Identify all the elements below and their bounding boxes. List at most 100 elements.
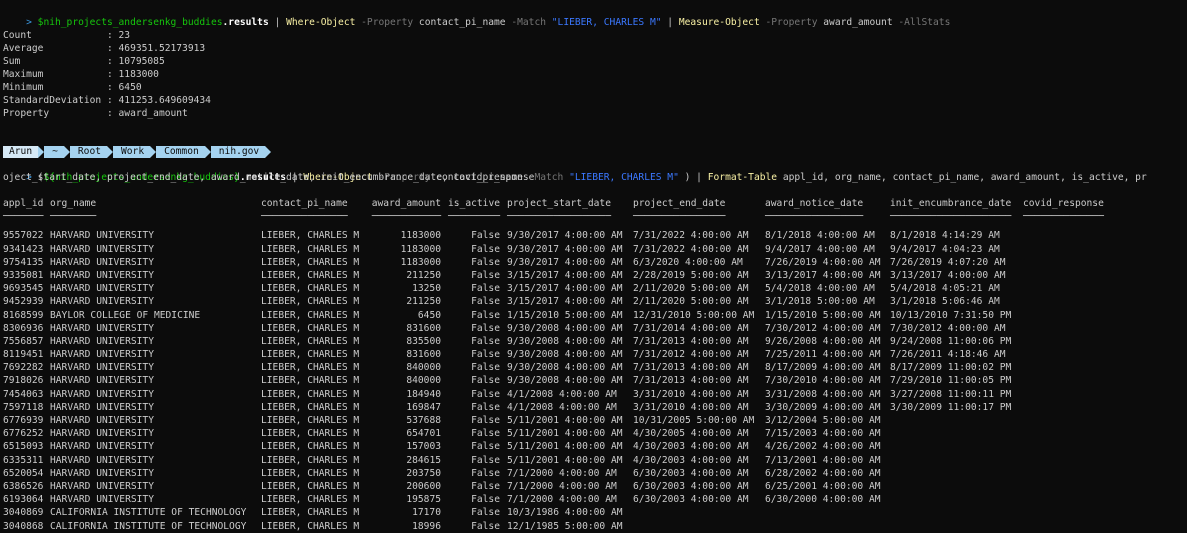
stat-line: Minimum : 6450 bbox=[3, 81, 142, 94]
table-cell: 2/11/2020 5:00:00 AM bbox=[633, 296, 749, 308]
prompt-path-segment: Common bbox=[156, 146, 205, 158]
header-underline: ───────────────────── bbox=[890, 211, 1012, 223]
table-cell: 6776939 bbox=[3, 415, 44, 426]
table-header-underline: ─────── ──────── ─────────────── ───────… bbox=[3, 210, 1104, 223]
table-cell: 831600 bbox=[406, 322, 441, 334]
table-cell: 7/1/2000 4:00:00 AM bbox=[507, 494, 617, 506]
table-cell: 6/30/2000 4:00:00 AM bbox=[765, 494, 881, 506]
table-cell: 195875 bbox=[406, 494, 441, 506]
header-underline: ────────────────── bbox=[507, 211, 611, 223]
table-cell: 184940 bbox=[406, 388, 441, 400]
table-cell: False bbox=[471, 375, 500, 387]
table-cell: LIEBER, CHARLES M bbox=[261, 283, 360, 295]
pipe-token: | bbox=[268, 17, 287, 28]
table-cell: False bbox=[471, 441, 500, 453]
table-cell: 7/31/2013 4:00:00 AM bbox=[633, 375, 749, 387]
table-cell: HARVARD UNIVERSITY bbox=[50, 362, 154, 374]
string-token: "LIEBER, CHARLES M" bbox=[569, 172, 679, 183]
table-cell: HARVARD UNIVERSITY bbox=[50, 243, 154, 255]
table-cell: HARVARD UNIVERSITY bbox=[50, 256, 154, 268]
table-cell: 3/31/2008 4:00:00 AM bbox=[765, 388, 881, 400]
table-cell: 9/30/2008 4:00:00 AM bbox=[507, 322, 623, 334]
table-row: 8168599 BAYLOR COLLEGE OF MEDICINE LIEBER,… bbox=[3, 309, 1011, 322]
table-cell: 6520054 bbox=[3, 467, 44, 479]
table-cell: CALIFORNIA INSTITUTE OF TECHNOLOGY bbox=[50, 520, 247, 532]
table-cell: LIEBER, CHARLES M bbox=[261, 375, 360, 387]
table-cell: False bbox=[471, 520, 500, 532]
table-cell: 8168599 bbox=[3, 309, 44, 321]
table-row: 9557022 HARVARD UNIVERSITY LIEBER, CHARLES… bbox=[3, 229, 1000, 242]
table-cell: 7/31/2022 4:00:00 AM bbox=[633, 230, 749, 242]
table-cell: 4/30/2003 4:00:00 AM bbox=[633, 441, 749, 453]
table-cell: LIEBER, CHARLES M bbox=[261, 388, 360, 400]
table-row: 7918026 HARVARD UNIVERSITY LIEBER, CHARLES… bbox=[3, 374, 1011, 387]
table-cell: 9/30/2008 4:00:00 AM bbox=[507, 335, 623, 347]
table-cell: 3/13/2017 4:00:00 AM bbox=[765, 269, 881, 281]
table-cell: 211250 bbox=[406, 296, 441, 308]
table-cell: 654701 bbox=[406, 428, 441, 440]
table-cell: 5/4/2018 4:05:21 AM bbox=[890, 283, 1000, 295]
terminal-window[interactable]: > $nih_projects_andersenkg_buddies.resul… bbox=[0, 0, 1187, 532]
parameter-token: -Match bbox=[505, 17, 552, 28]
table-cell: LIEBER, CHARLES M bbox=[261, 494, 360, 506]
header-underline: ───────────────── bbox=[765, 211, 864, 223]
table-cell: 7/26/2019 4:07:20 AM bbox=[890, 256, 1006, 268]
table-row: 6335311 HARVARD UNIVERSITY LIEBER, CHARLES… bbox=[3, 454, 881, 467]
header-underline: ─────────────── bbox=[261, 211, 348, 223]
table-cell: 6/28/2002 4:00:00 AM bbox=[765, 467, 881, 479]
table-cell: 1183000 bbox=[400, 243, 441, 255]
parameter-token: -Property bbox=[759, 17, 824, 28]
stat-label: StandardDeviation bbox=[3, 95, 107, 106]
table-cell: False bbox=[471, 335, 500, 347]
table-cell: BAYLOR COLLEGE OF MEDICINE bbox=[50, 309, 201, 321]
table-cell: 6/30/2003 4:00:00 AM bbox=[633, 480, 749, 492]
table-cell: False bbox=[471, 428, 500, 440]
table-cell: 6335311 bbox=[3, 454, 44, 466]
table-cell: 3040868 bbox=[3, 520, 44, 532]
table-cell: 7/30/2010 4:00:00 AM bbox=[765, 375, 881, 387]
table-cell: HARVARD UNIVERSITY bbox=[50, 335, 154, 347]
table-row: 6193064 HARVARD UNIVERSITY LIEBER, CHARLES… bbox=[3, 493, 881, 506]
table-cell: 9/4/2017 4:00:00 AM bbox=[765, 243, 875, 255]
table-cell: 8/1/2018 4:00:00 AM bbox=[765, 230, 875, 242]
prompt-path-segment: Root bbox=[69, 146, 107, 158]
table-cell: 13250 bbox=[412, 283, 441, 295]
column-header: org_name bbox=[50, 198, 97, 209]
table-cell: 4/30/2003 4:00:00 AM bbox=[633, 454, 749, 466]
prompt-path-segment: ~ bbox=[44, 146, 64, 158]
table-cell: LIEBER, CHARLES M bbox=[261, 467, 360, 479]
table-row: 3040868 CALIFORNIA INSTITUTE OF TECHNOLOG… bbox=[3, 520, 623, 533]
stat-value: : 1183000 bbox=[106, 69, 159, 80]
table-cell: 7/1/2000 4:00:00 AM bbox=[507, 467, 617, 479]
table-cell: 3040869 bbox=[3, 507, 44, 519]
table-cell: False bbox=[471, 309, 500, 321]
table-cell: LIEBER, CHARLES M bbox=[261, 322, 360, 334]
table-cell: False bbox=[471, 454, 500, 466]
table-cell: 9/26/2008 4:00:00 AM bbox=[765, 335, 881, 347]
table-cell: 8/17/2009 4:00:00 AM bbox=[765, 362, 881, 374]
table-cell: 9754135 bbox=[3, 256, 44, 268]
table-cell: 5/11/2001 4:00:00 AM bbox=[507, 415, 623, 426]
table-cell: 537688 bbox=[406, 415, 441, 426]
table-cell: 3/15/2017 4:00:00 AM bbox=[507, 269, 623, 281]
table-row: 6520054 HARVARD UNIVERSITY LIEBER, CHARLES… bbox=[3, 467, 881, 480]
table-cell: HARVARD UNIVERSITY bbox=[50, 454, 154, 466]
table-cell: 3/31/2010 4:00:00 AM bbox=[633, 388, 749, 400]
table-cell: 8306936 bbox=[3, 322, 44, 334]
table-cell: 7/31/2013 4:00:00 AM bbox=[633, 335, 749, 347]
argument-token: award_amount bbox=[823, 17, 893, 28]
stat-label: Property bbox=[3, 108, 107, 119]
table-cell: 3/30/2009 11:00:17 PM bbox=[890, 401, 1012, 413]
table-cell: 7/15/2003 4:00:00 AM bbox=[765, 428, 881, 440]
table-cell: LIEBER, CHARLES M bbox=[261, 243, 360, 255]
command-line-1: > $nih_projects_andersenkg_buddies.resul… bbox=[3, 3, 950, 28]
table-cell: 9/30/2017 4:00:00 AM bbox=[507, 256, 623, 268]
table-cell: 7/31/2022 4:00:00 AM bbox=[633, 243, 749, 255]
table-header: appl_id org_name contact_pi_name award_a… bbox=[3, 197, 1104, 210]
table-cell: LIEBER, CHARLES M bbox=[261, 309, 360, 321]
stat-line: StandardDeviation : 411253.649609434 bbox=[3, 94, 211, 107]
table-cell: 9/4/2017 4:04:23 AM bbox=[890, 243, 1000, 255]
table-cell: 4/30/2005 4:00:00 AM bbox=[633, 428, 749, 440]
table-cell: 6515093 bbox=[3, 441, 44, 453]
column-header: contact_pi_name bbox=[261, 198, 348, 209]
